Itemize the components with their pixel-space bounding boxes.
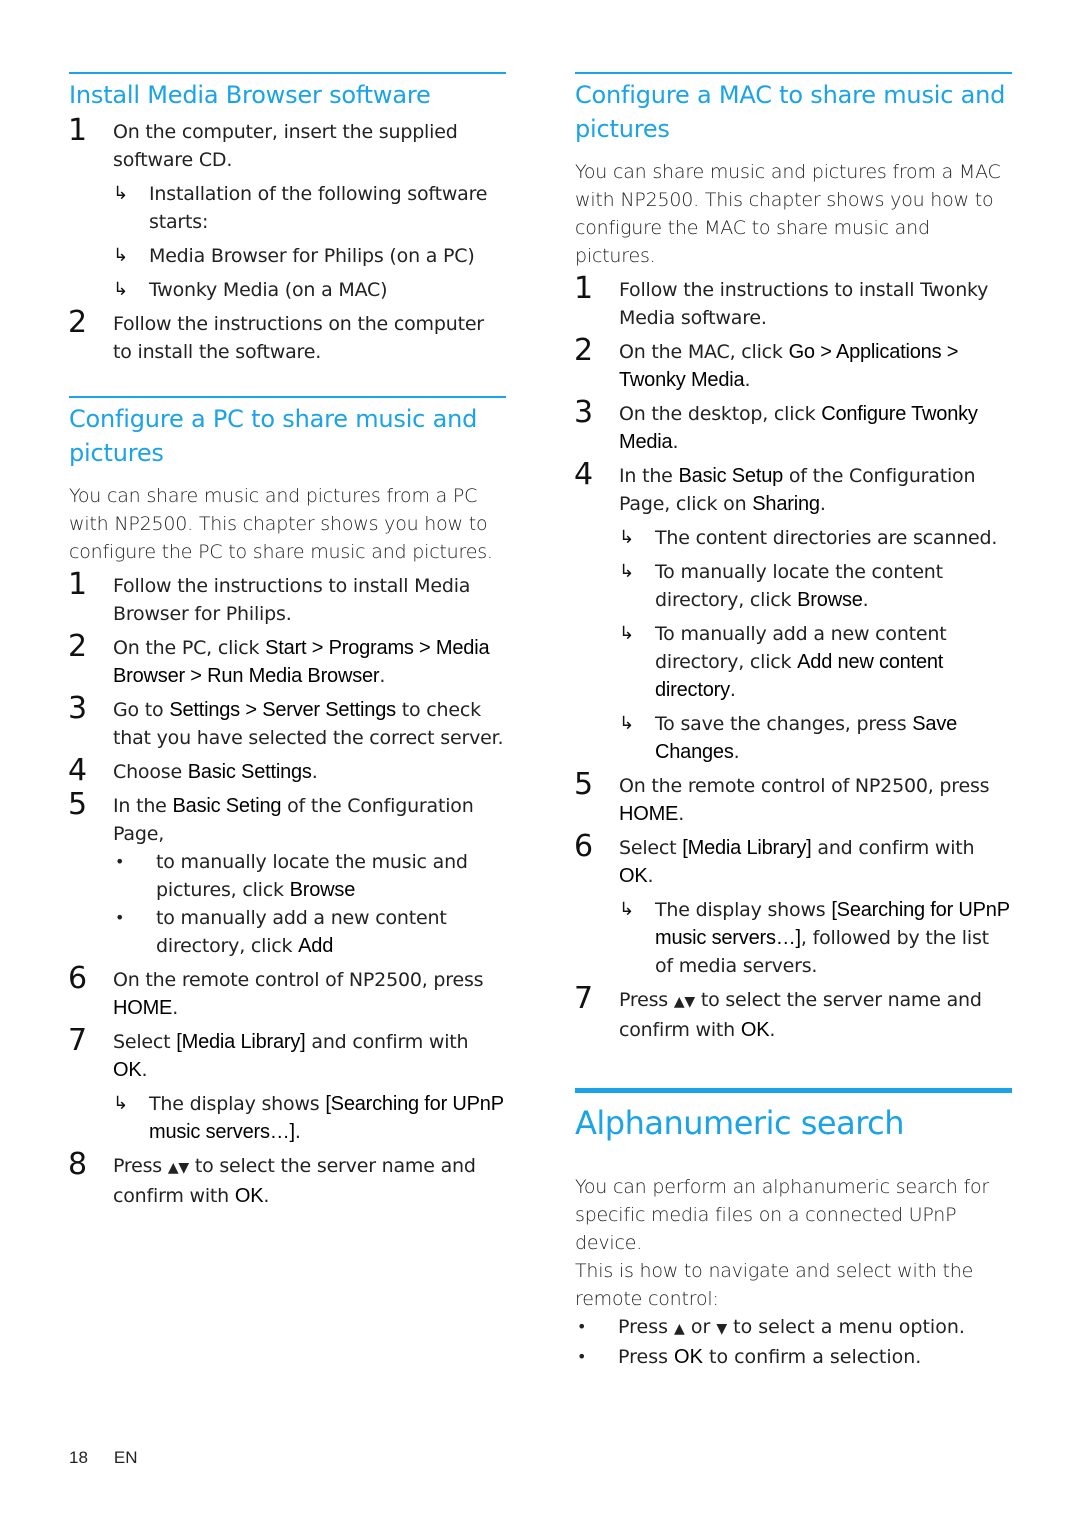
section-divider [69,396,506,398]
step-6: 6 Select [Media Library] and confirm wit… [574,830,1012,980]
step-number: 1 [68,567,87,602]
intro-paragraph: You can perform an alphanumeric search f… [575,1176,989,1254]
result-arrow-icon: ↳ [113,1093,128,1114]
step-number: 4 [574,457,593,492]
step-4: 4 Choose Basic Settings. [68,753,318,788]
result-arrow-icon: ↳ [113,279,128,300]
step-2: 2 Follow the instructions on the compute… [68,306,506,366]
step-6: 6 On the remote control of NP2500, press… [68,961,484,1020]
step-number: 7 [574,981,593,1016]
step-number: 3 [68,691,87,726]
step-text: On the computer, insert the supplied sof… [113,121,458,171]
result-arrow-icon: ↳ [619,713,634,734]
section-divider [69,72,506,74]
step-5: 5 On the remote control of NP2500, press… [574,767,990,826]
step-7: 7 Select [Media Library] and confirm wit… [68,1024,506,1146]
step-number: 5 [68,787,87,822]
result-item: ↳ Twonky Media (on a MAC) [113,276,506,304]
bullet-item: • to manually locate the music and pictur… [113,848,506,904]
chapter-divider [575,1088,1012,1093]
step-number: 1 [574,271,593,306]
result-item: ↳ To save the changes, press Save Changes… [619,710,1012,766]
result-item: ↳ Installation of the following software … [113,180,506,236]
step-3: 3 Go to Settings > Server Settings to ch… [68,691,504,750]
step-1: 1 Follow the instructions to install Two… [574,271,989,330]
step-2: 2 On the MAC, click Go > Applications > … [574,333,959,392]
section-alphanumeric-search: Alphanumeric search You can perform an a… [575,1088,1012,1371]
step-5: 5 In the Basic Seting of the Configurati… [68,788,506,960]
step-1: 1 On the computer, insert the supplied s… [68,114,506,304]
step-number: 3 [574,395,593,430]
bullet-icon: • [115,852,125,871]
step-4: 4 In the Basic Setup of the Configuratio… [574,458,1012,766]
step-1: 1 Follow the instructions to install Med… [68,567,471,626]
chapter-title: Alphanumeric search [575,1104,905,1142]
up-down-arrows-icon: ▲▼ [167,1160,189,1176]
section-title: Configure a MAC to share music and pictu… [575,81,1006,143]
result-item: ↳ To manually locate the content director… [619,558,1012,614]
section-configure-pc: Configure a PC to share music and pictur… [68,396,506,1210]
step-2: 2 On the PC, click Start > Programs > Me… [68,629,490,688]
page-number: 18 [69,1448,88,1467]
section-divider [575,72,1012,74]
step-number: 5 [574,767,593,802]
step-number: 6 [68,961,87,996]
result-arrow-icon: ↳ [113,245,128,266]
step-8: 8 Press ▲▼ to select the server name and… [68,1147,476,1208]
bullet-item: • to manually add a new content directory… [113,904,506,960]
menu-path-start: Start [265,637,307,659]
result-arrow-icon: ↳ [619,899,634,920]
step-text: Follow the instructions on the computer … [113,313,484,363]
up-arrow-icon: ▲ [674,1321,685,1337]
section-install-media-browser: Install Media Browser software 1 On the … [68,72,506,366]
section-title: Configure a PC to share music and pictur… [69,405,478,467]
step-number: 6 [574,829,593,864]
bullet-item: • Press ▲ or ▼ to select a menu option. [575,1313,1012,1343]
up-down-arrows-icon: ▲▼ [673,994,695,1010]
result-arrow-icon: ↳ [619,623,634,644]
right-column: Configure a MAC to share music and pictu… [574,72,1012,1401]
result-arrow-icon: ↳ [619,527,634,548]
result-item: ↳ The display shows [Searching for UPnP m… [113,1090,506,1146]
step-3: 3 On the desktop, click Configure Twonky… [574,395,978,454]
section-configure-mac: Configure a MAC to share music and pictu… [574,72,1012,1044]
intro-paragraph-2: This is how to navigate and select with … [575,1260,974,1310]
left-column: Install Media Browser software 1 On the … [68,72,506,1240]
result-arrow-icon: ↳ [113,183,128,204]
step-number: 2 [574,333,593,368]
menu-path-programs: Programs [328,637,414,659]
step-number: 1 [68,113,87,148]
step-number: 2 [68,305,87,340]
result-item: ↳ To manually add a new content directory… [619,620,1012,704]
section-title: Install Media Browser software [69,81,431,109]
page-footer: 18 EN [69,1448,164,1468]
result-item: ↳ The display shows [Searching for UPnP m… [619,896,1012,980]
intro-paragraph: You can share music and pictures from a … [575,161,1001,267]
step-number: 4 [68,753,87,788]
bullet-icon: • [115,908,125,927]
result-item: ↳ The content directories are scanned. [619,524,1012,552]
intro-paragraph: You can share music and pictures from a … [69,485,493,563]
bullet-icon: • [577,1317,587,1336]
language-code: EN [113,1448,138,1467]
step-7: 7 Press ▲▼ to select the server name and… [574,981,982,1042]
menu-path-run-media-browser: Run Media Browser [207,665,380,687]
step-number: 8 [68,1147,87,1182]
down-arrow-icon: ▼ [716,1321,728,1337]
step-number: 2 [68,629,87,664]
step-number: 7 [68,1023,87,1058]
bullet-item: • Press OK to confirm a selection. [575,1343,1012,1371]
result-item: ↳ Media Browser for Philips (on a PC) [113,242,506,270]
result-arrow-icon: ↳ [619,561,634,582]
bullet-icon: • [577,1347,587,1366]
